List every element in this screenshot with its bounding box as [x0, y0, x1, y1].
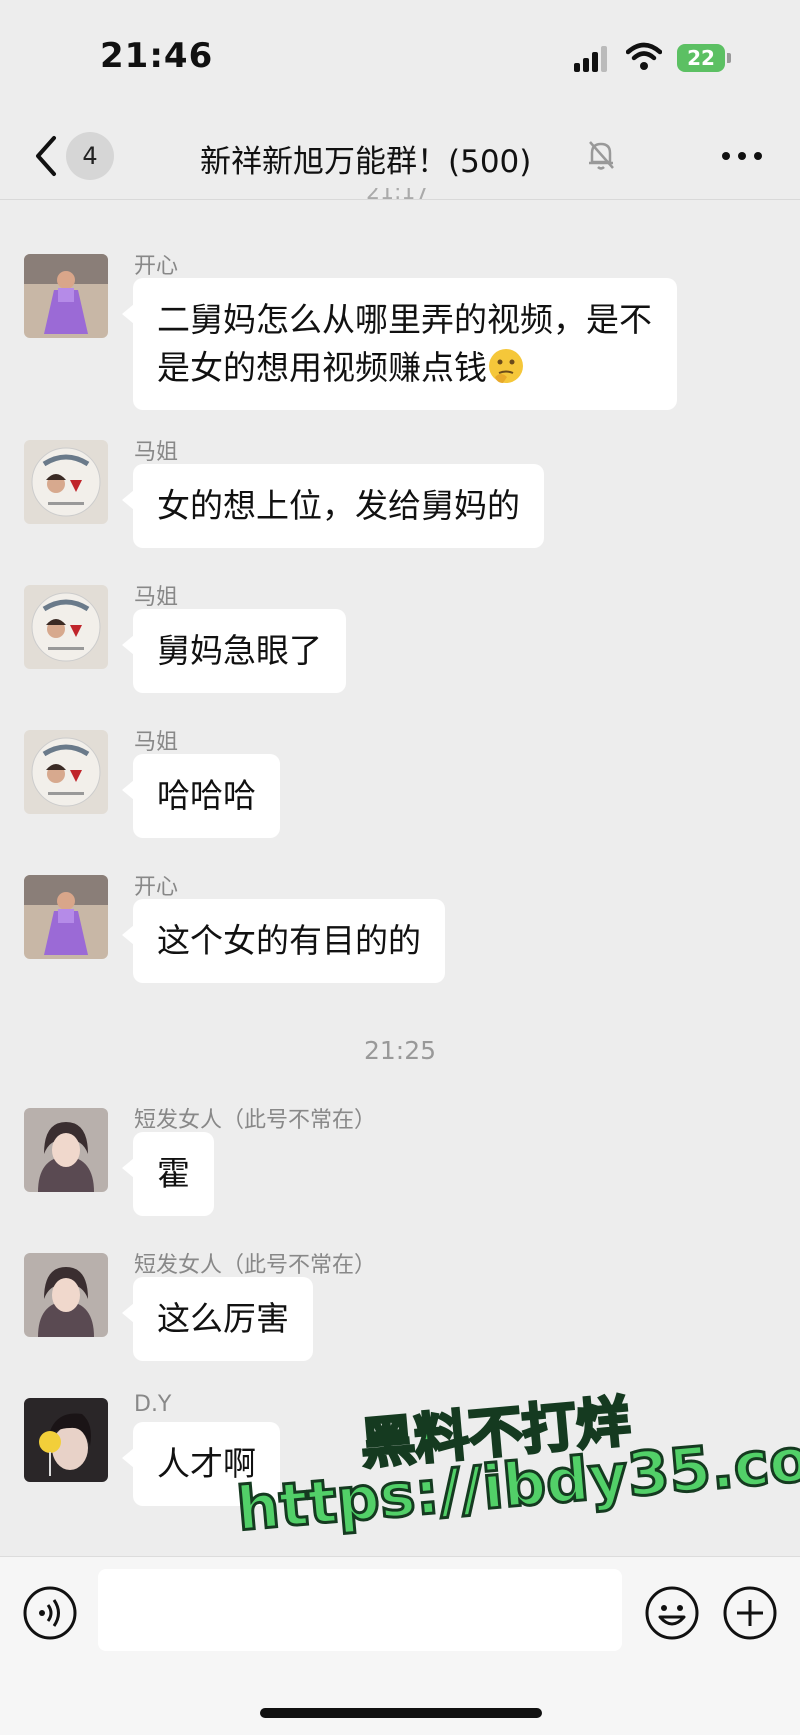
emoji-picker-icon[interactable] — [644, 1585, 700, 1641]
sender-name: 短发女人（此号不常在） — [134, 1253, 377, 1278]
status-time: 21:46 — [100, 36, 214, 76]
message-text: 舅妈急眼了 — [157, 631, 322, 670]
chat-title: 新祥新旭万能群！(500) — [200, 144, 532, 180]
back-chevron-icon[interactable] — [32, 134, 60, 178]
message-bubble[interactable]: 哈哈哈 — [122, 754, 280, 838]
avatar[interactable] — [24, 254, 108, 338]
thinking-face-icon — [489, 349, 523, 383]
sender-name: 开心 — [134, 254, 179, 279]
message-text: 这么厉害 — [157, 1299, 289, 1338]
avatar[interactable] — [24, 1108, 108, 1192]
sender-name: 短发女人（此号不常在） — [134, 1108, 377, 1133]
sender-name: 马姐 — [134, 730, 179, 755]
sender-name: 马姐 — [134, 585, 179, 610]
message-text: 霍 — [157, 1154, 190, 1193]
message-bubble[interactable]: 女的想上位，发给舅妈的 — [122, 464, 544, 548]
message-bubble[interactable]: 这么厉害 — [122, 1277, 313, 1361]
message-input[interactable] — [98, 1569, 622, 1651]
message-text: 哈哈哈 — [157, 776, 256, 815]
sender-name: 马姐 — [134, 440, 179, 465]
message-bubble[interactable]: 这个女的有目的的 — [122, 899, 445, 983]
more-options-icon[interactable] — [722, 148, 762, 162]
battery-level: 22 — [687, 46, 715, 70]
status-bar: 21:46 22 — [0, 0, 800, 118]
time-divider: 21:25 — [363, 1036, 437, 1065]
wifi-icon — [626, 42, 662, 70]
sender-name: D.Y — [134, 1392, 172, 1417]
voice-input-icon[interactable] — [22, 1585, 78, 1641]
plus-more-icon[interactable] — [722, 1585, 778, 1641]
avatar[interactable] — [24, 440, 108, 524]
mute-bell-icon — [589, 141, 614, 170]
avatar[interactable] — [24, 1398, 108, 1482]
message-bubble[interactable]: 舅妈急眼了 — [122, 609, 346, 693]
message-text: 二舅妈怎么从哪里弄的视频，是不是女的想用视频赚点钱 — [157, 300, 652, 387]
message-text: 女的想上位，发给舅妈的 — [157, 486, 520, 525]
avatar[interactable] — [24, 730, 108, 814]
battery-tip — [727, 53, 731, 63]
home-indicator — [260, 1708, 542, 1718]
avatar[interactable] — [24, 585, 108, 669]
sender-name: 开心 — [134, 875, 179, 900]
battery-icon: 22 — [677, 44, 725, 72]
message-bubble[interactable]: 霍 — [122, 1132, 214, 1216]
message-bubble[interactable]: 二舅妈怎么从哪里弄的视频，是不是女的想用视频赚点钱 — [122, 278, 677, 410]
cellular-signal-icon — [574, 46, 608, 72]
partial-timestamp: 21:17 — [366, 188, 430, 202]
avatar[interactable] — [24, 1253, 108, 1337]
avatar[interactable] — [24, 875, 108, 959]
message-text: 这个女的有目的的 — [157, 921, 421, 960]
unread-count-badge[interactable]: 4 — [66, 132, 114, 180]
